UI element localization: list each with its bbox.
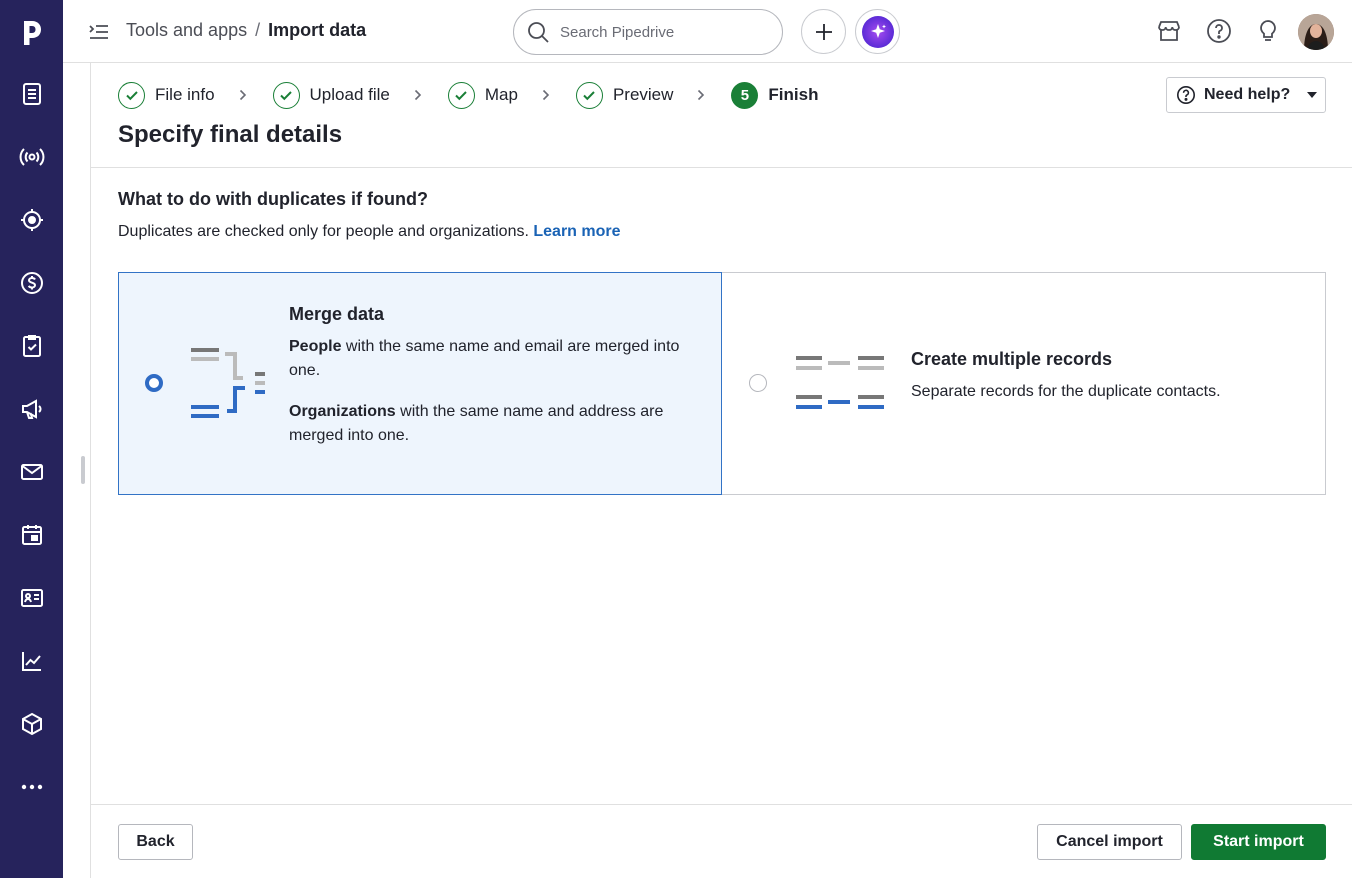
sidebar-item-products[interactable] [0,699,63,749]
breadcrumb: Tools and apps / Import data [126,20,366,41]
step-file-info: File info [118,81,215,109]
step-label: File info [155,85,215,104]
step-label: Upload file [309,85,390,104]
mail-icon [20,464,43,480]
merge-data-option[interactable]: Merge data People with the same name and… [118,272,722,495]
create-multiple-records-option[interactable]: Create multiple records Separate records… [721,272,1326,495]
people-description: with the same name and email are merged … [289,338,680,379]
plus-icon [815,23,832,40]
import-stepper: File info Upload file Map Preview 5 Fini… [118,81,818,109]
merge-title: Merge data [289,304,385,324]
lightbulb-icon[interactable] [1255,18,1281,44]
caret-down-icon [1307,92,1318,98]
step-label: Finish [768,85,819,104]
multiple-records-illustration [796,356,884,409]
insights-chart-icon [21,652,41,671]
multiple-records-radio[interactable] [749,374,767,392]
activities-clipboard-icon [22,335,41,357]
sidebar-item-mail[interactable] [0,447,63,497]
search-box[interactable] [513,9,783,55]
learn-more-link[interactable]: Learn more [533,223,620,240]
import-content: File info Upload file Map Preview 5 Fini… [90,63,1352,878]
people-bold: People [289,338,342,355]
step-finish: 5 Finish [731,81,819,109]
duplicates-question: What to do with duplicates if found? [118,189,428,209]
step-label: Preview [612,85,674,104]
chevron-right-icon [414,88,424,102]
sidebar-item-leads[interactable] [0,69,63,119]
products-box-icon [21,712,42,736]
back-button[interactable]: Back [118,824,193,860]
chevron-right-icon [697,88,707,102]
page-title: Specify final details [118,121,343,148]
sidebar-item-more[interactable] [0,762,63,812]
merge-illustration [191,348,265,418]
sidebar-item-deals[interactable] [0,258,63,308]
user-avatar[interactable] [1298,14,1334,50]
need-help-button[interactable]: Need help? [1166,77,1326,113]
sidebar-item-activities[interactable] [0,321,63,371]
merge-orgs-text: Organizations with the same name and add… [289,400,699,448]
breadcrumb-current: Import data [268,20,367,40]
step-preview: Preview [575,81,674,109]
check-icon [272,81,300,109]
description-text: Duplicates are checked only for people a… [118,223,529,240]
step-label: Map [484,85,518,104]
step-map: Map [447,81,518,109]
breadcrumb-parent[interactable]: Tools and apps [126,20,247,41]
megaphone-icon [21,399,42,419]
divider [91,167,1352,168]
chevron-right-icon [542,88,552,102]
merge-radio[interactable] [145,374,163,392]
menu-toggle-icon[interactable] [87,20,111,44]
sidebar-item-calendar[interactable] [0,510,63,560]
multiple-records-text: Separate records for the duplicate conta… [911,383,1221,400]
check-icon [447,81,475,109]
breadcrumb-separator: / [255,20,261,40]
step-number-badge: 5 [731,81,759,109]
app-sidebar [0,0,63,878]
check-icon [575,81,603,109]
check-icon [118,81,145,109]
search-icon [528,22,549,43]
duplicates-description: Duplicates are checked only for people a… [118,223,621,241]
chevron-right-icon [239,88,249,102]
orgs-bold: Organizations [289,403,396,420]
resize-handle[interactable] [81,456,85,484]
start-import-button[interactable]: Start import [1191,824,1326,860]
sidebar-item-deals-target[interactable] [0,195,63,245]
question-circle-icon [1177,86,1195,104]
leads-icon [22,83,41,105]
step-upload-file: Upload file [272,81,390,109]
multiple-records-title: Create multiple records [911,349,1113,369]
sidebar-item-insights[interactable] [0,636,63,686]
ai-sparkle-icon [861,15,894,48]
contacts-card-icon [20,589,43,607]
marketplace-icon[interactable] [1156,18,1182,44]
sidebar-item-campaigns[interactable] [0,132,63,182]
pipedrive-logo[interactable] [0,0,63,63]
cancel-import-button[interactable]: Cancel import [1037,824,1182,860]
need-help-label: Need help? [1204,86,1291,103]
merge-people-text: People with the same name and email are … [289,335,699,383]
deals-dollar-icon [20,272,43,294]
import-footer: Back Cancel import Start import [91,804,1352,878]
sidebar-item-contacts[interactable] [0,573,63,623]
search-input[interactable] [560,23,760,41]
top-bar: Tools and apps / Import data [63,0,1352,63]
quick-add-button[interactable] [801,9,846,54]
sidebar-item-campaigns-megaphone[interactable] [0,384,63,434]
campaigns-broadcast-icon [19,148,44,166]
more-icon [21,784,42,790]
help-circle-icon[interactable] [1206,18,1232,44]
ai-assistant-button[interactable] [855,9,900,54]
target-icon [20,209,43,231]
calendar-icon [21,525,42,545]
